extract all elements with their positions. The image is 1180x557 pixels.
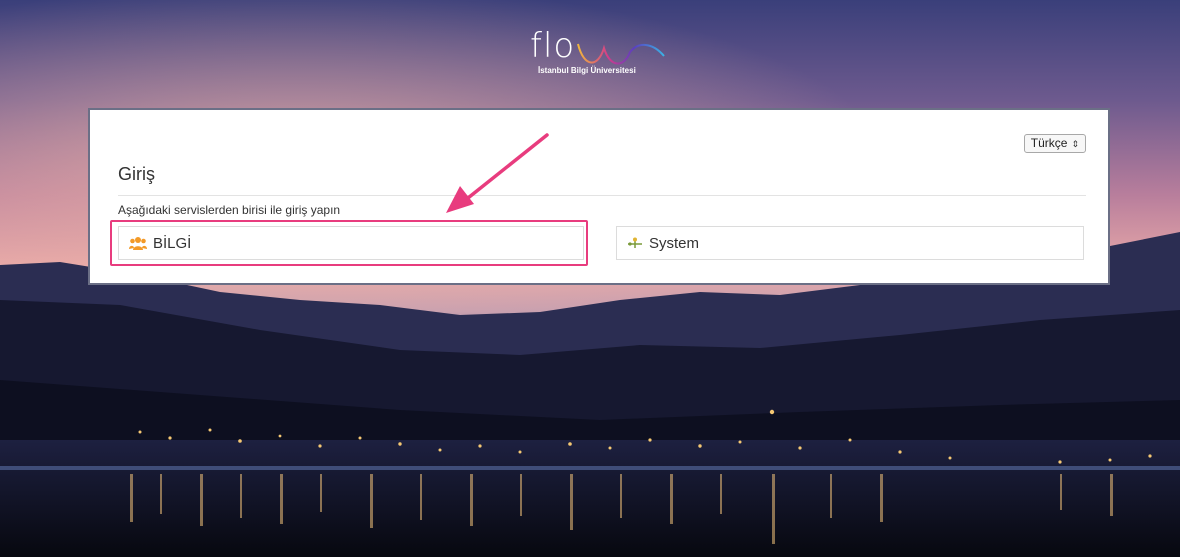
annotation-arrow-icon <box>446 133 549 213</box>
